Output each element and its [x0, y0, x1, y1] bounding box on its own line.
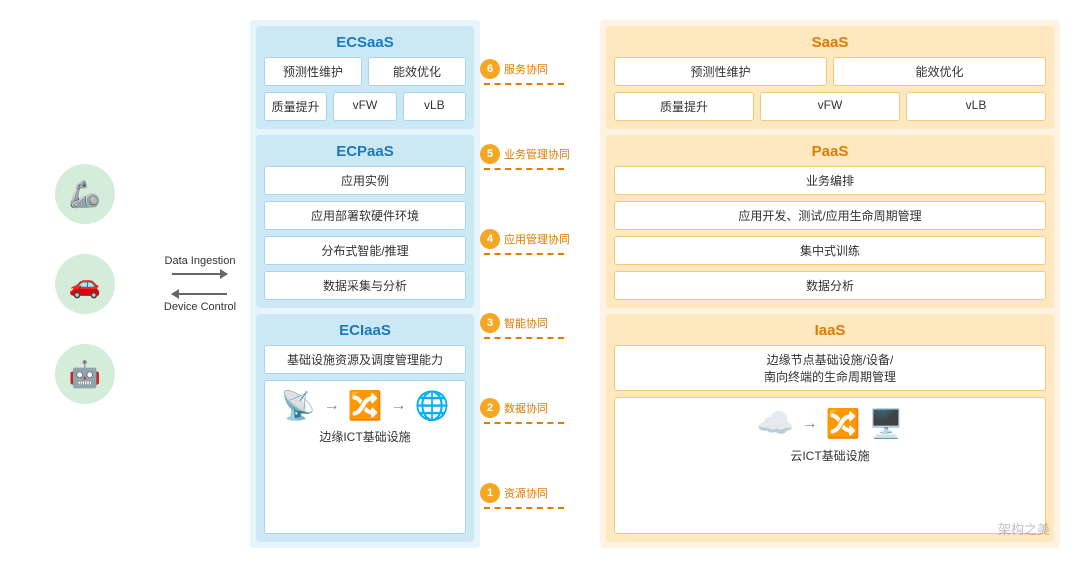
- ec-column: ECSaaS 预测性维护 能效优化 质量提升 vFW vLB ECPaaS 应用…: [250, 20, 480, 548]
- paas-orchestration: 业务编排: [614, 166, 1046, 195]
- cloud-device-icons: ☁️ → 🔀 🖥️: [756, 406, 903, 441]
- cloud-icon: ☁️: [756, 406, 793, 441]
- data-ingestion-label: Data Ingestion: [165, 255, 236, 267]
- iaas-title: IaaS: [614, 322, 1046, 339]
- connector-column: 6 服务协同 5 业务管理协同 4 应用管理协同 3 智能协同: [480, 20, 600, 548]
- connector-1: 1 资源协同: [480, 483, 564, 509]
- iaas-section: IaaS 边缘节点基础设施/设备/ 南向终端的生命周期管理 ☁️ → 🔀 🖥️ …: [606, 314, 1054, 542]
- cloud-server-icon: 🖥️: [869, 407, 904, 440]
- connector-num-2: 2: [480, 398, 500, 418]
- eciaas-section: ECIaaS 基础设施资源及调度管理能力 📡 → 🔀 → 🌐 边缘ICT基础设施: [256, 314, 474, 542]
- ecpaas-distributed-ai: 分布式智能/推理: [264, 236, 466, 265]
- devices-column: 🦾 🚗 🤖: [20, 20, 150, 548]
- arrow-connector-icon2: →: [390, 397, 406, 415]
- saas-vfw: vFW: [760, 92, 900, 121]
- robot-icon: 🤖: [55, 344, 115, 404]
- ecsaas-predictive: 预测性维护: [264, 57, 362, 86]
- network-device-icon: 🌐: [414, 389, 449, 422]
- arrow-connector-icon: →: [324, 397, 340, 415]
- ict-devices-area: 📡 → 🔀 → 🌐 边缘ICT基础设施: [264, 380, 466, 534]
- ecsaas-vfw: vFW: [333, 92, 396, 121]
- cloud-devices-area: ☁️ → 🔀 🖥️ 云ICT基础设施: [614, 397, 1046, 534]
- ecsaas-energy: 能效优化: [368, 57, 466, 86]
- saas-energy: 能效优化: [833, 57, 1046, 86]
- saas-vlb: vLB: [906, 92, 1046, 121]
- paas-data-analysis: 数据分析: [614, 271, 1046, 300]
- iaas-lifecycle: 边缘节点基础设施/设备/ 南向终端的生命周期管理: [614, 345, 1046, 391]
- connector-num-4: 4: [480, 229, 500, 249]
- connector-5: 5 业务管理协同: [480, 144, 570, 170]
- ecpaas-title: ECPaaS: [264, 143, 466, 160]
- cloud-arrow-icon: →: [802, 415, 818, 433]
- paas-title: PaaS: [614, 143, 1046, 160]
- ecsaas-row2: 质量提升 vFW vLB: [264, 92, 466, 121]
- connector-num-1: 1: [480, 483, 500, 503]
- saas-section: SaaS 预测性维护 能效优化 质量提升 vFW vLB: [606, 26, 1054, 129]
- saas-predictive: 预测性维护: [614, 57, 827, 86]
- saas-row1: 预测性维护 能效优化: [614, 57, 1046, 86]
- eciaas-title: ECIaaS: [264, 322, 466, 339]
- ecsaas-row1: 预测性维护 能效优化: [264, 57, 466, 86]
- connector-6: 6 服务协同: [480, 59, 564, 85]
- connector-text-2: 数据协同: [504, 400, 548, 416]
- ecsaas-section: ECSaaS 预测性维护 能效优化 质量提升 vFW vLB: [256, 26, 474, 129]
- ecpaas-instances: 应用实例: [264, 166, 466, 195]
- connector-text-1: 资源协同: [504, 485, 548, 501]
- paas-app-dev: 应用开发、测试/应用生命周期管理: [614, 201, 1046, 230]
- connector-num-5: 5: [480, 144, 500, 164]
- saas-title: SaaS: [614, 34, 1046, 51]
- device-control-label: Device Control: [164, 301, 236, 313]
- ecpaas-data-collect: 数据采集与分析: [264, 271, 466, 300]
- connector-2: 2 数据协同: [480, 398, 564, 424]
- connector-text-3: 智能协同: [504, 315, 548, 331]
- saas-row2: 质量提升 vFW vLB: [614, 92, 1046, 121]
- ecsaas-quality: 质量提升: [264, 92, 327, 121]
- connector-num-3: 3: [480, 313, 500, 333]
- router-icon: 📡: [281, 389, 316, 422]
- ecpaas-section: ECPaaS 应用实例 应用部署软硬件环境 分布式智能/推理 数据采集与分析: [256, 135, 474, 308]
- cloud-label: 云ICT基础设施: [790, 447, 869, 464]
- connector-4: 4 应用管理协同: [480, 229, 570, 255]
- ict-label: 边缘ICT基础设施: [319, 428, 410, 445]
- ecpaas-deploy-env: 应用部署软硬件环境: [264, 201, 466, 230]
- connector-3: 3 智能协同: [480, 313, 564, 339]
- eciaas-infra: 基础设施资源及调度管理能力: [264, 345, 466, 374]
- connector-num-6: 6: [480, 59, 500, 79]
- paas-central-train: 集中式训练: [614, 236, 1046, 265]
- connector-text-5: 业务管理协同: [504, 146, 570, 162]
- switch-icon: 🔀: [348, 389, 383, 422]
- ecsaas-vlb: vLB: [403, 92, 466, 121]
- data-flow-arrows: Data Ingestion Device Control: [150, 20, 250, 548]
- saas-quality: 质量提升: [614, 92, 754, 121]
- paas-section: PaaS 业务编排 应用开发、测试/应用生命周期管理 集中式训练 数据分析: [606, 135, 1054, 308]
- cloud-switch-icon: 🔀: [826, 407, 861, 440]
- saas-column: SaaS 预测性维护 能效优化 质量提升 vFW vLB PaaS 业务编排 应…: [600, 20, 1060, 548]
- robot-arm-icon: 🦾: [55, 164, 115, 224]
- ecsaas-title: ECSaaS: [264, 34, 466, 51]
- vehicle-icon: 🚗: [55, 254, 115, 314]
- connector-text-6: 服务协同: [504, 61, 548, 77]
- ict-device-icons: 📡 → 🔀 → 🌐: [281, 389, 450, 422]
- connector-text-4: 应用管理协同: [504, 231, 570, 247]
